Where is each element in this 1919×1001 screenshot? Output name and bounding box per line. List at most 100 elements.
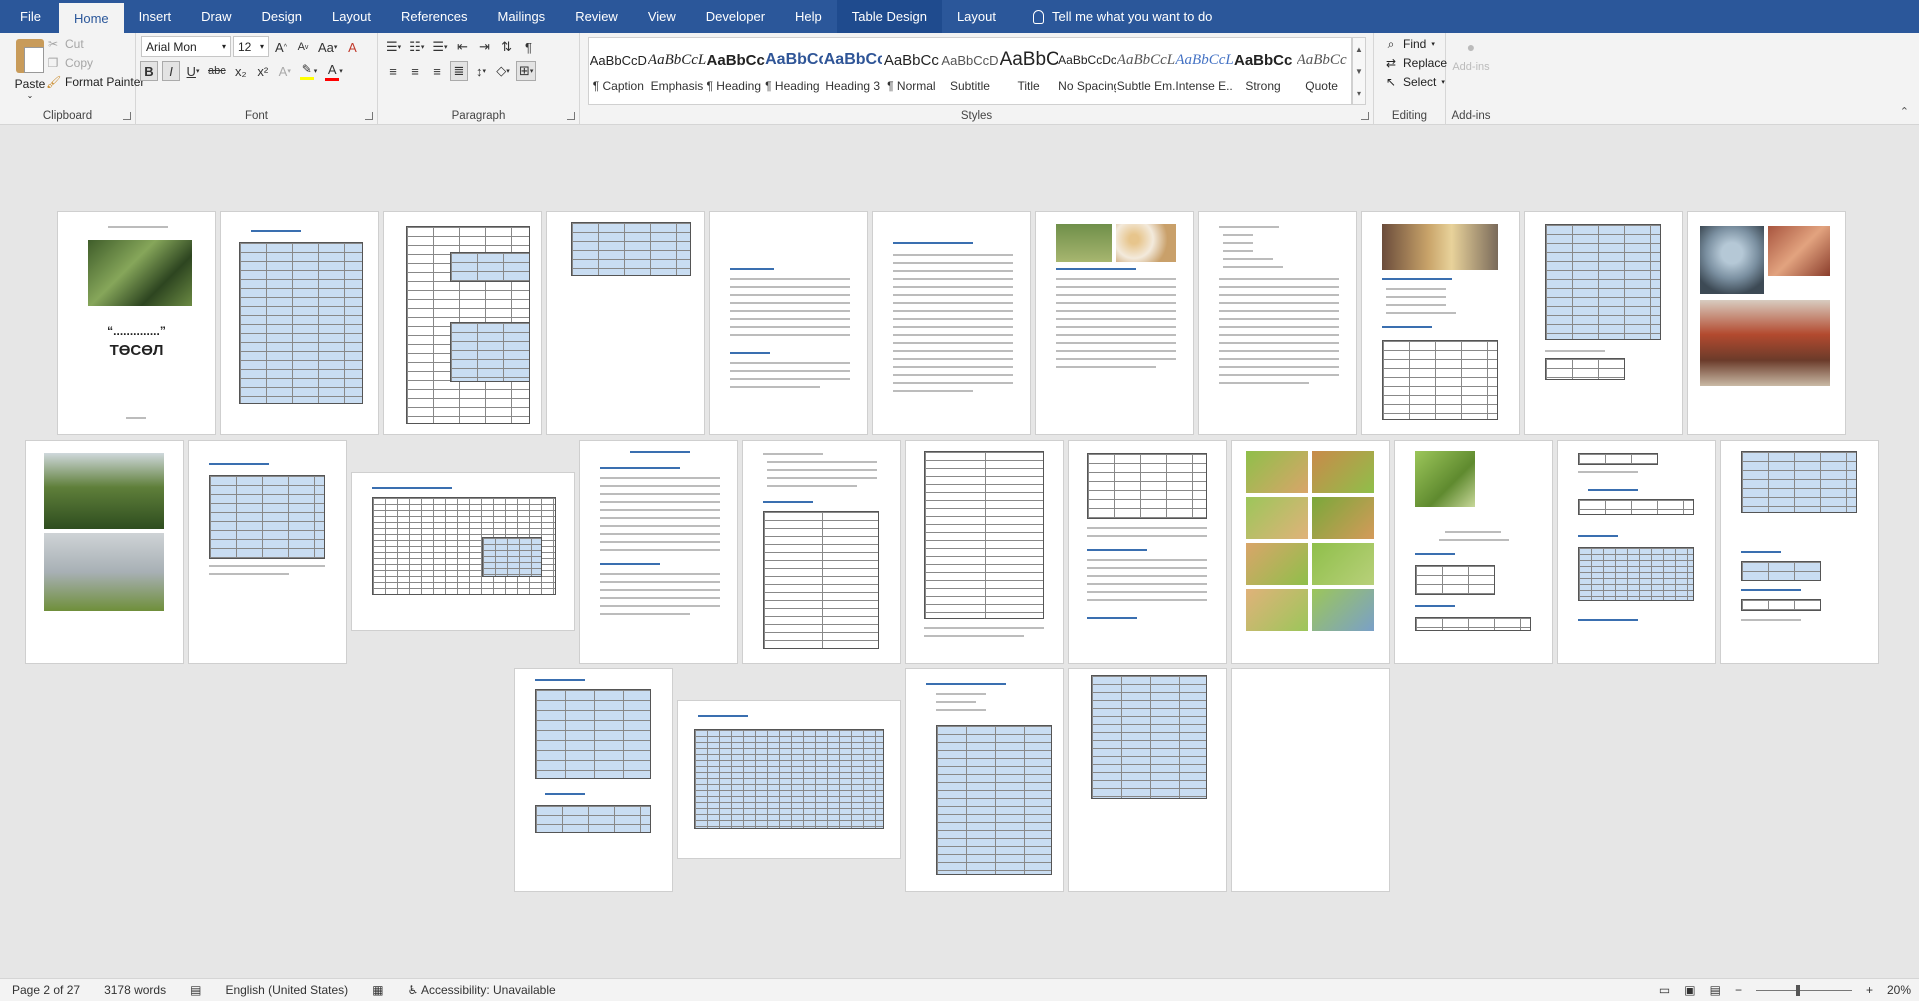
- track-changes-icon[interactable]: ▦: [360, 983, 395, 997]
- underline-button[interactable]: U ▾: [184, 61, 202, 81]
- page-count[interactable]: Page 2 of 27: [0, 983, 92, 997]
- style-heading-1[interactable]: AaBbCcI ¶ Heading 1: [706, 38, 765, 104]
- subscript-button[interactable]: x₂: [232, 61, 250, 81]
- align-center-icon[interactable]: ≡: [406, 61, 424, 81]
- page-thumbnail[interactable]: [1721, 441, 1878, 663]
- page-thumbnail[interactable]: [906, 441, 1063, 663]
- tell-me-search[interactable]: Tell me what you want to do: [1011, 0, 1212, 33]
- tab-insert[interactable]: Insert: [124, 0, 187, 33]
- format-painter-button[interactable]: 🖌 Format Painter: [46, 75, 144, 89]
- page-thumbnail[interactable]: [1069, 441, 1226, 663]
- page-thumbnail[interactable]: [710, 212, 867, 434]
- paste-button[interactable]: Paste ⌄: [10, 39, 50, 100]
- bold-button[interactable]: B: [140, 61, 158, 81]
- style-no-spacing[interactable]: AaBbCcDc No Spacing: [1058, 38, 1117, 104]
- tab-table-design[interactable]: Table Design: [836, 0, 942, 33]
- superscript-button[interactable]: x²: [254, 61, 272, 81]
- tab-developer[interactable]: Developer: [691, 0, 780, 33]
- page-thumbnail[interactable]: [1688, 212, 1845, 434]
- font-launcher-icon[interactable]: [365, 112, 373, 120]
- highlight-color-button[interactable]: ✎ ▾: [298, 61, 320, 81]
- tab-references[interactable]: References: [386, 0, 482, 33]
- tab-draw[interactable]: Draw: [186, 0, 246, 33]
- page-thumbnail-landscape[interactable]: [352, 473, 574, 630]
- page-thumbnail[interactable]: [1069, 669, 1226, 891]
- clear-formatting-icon[interactable]: A: [343, 37, 361, 57]
- style-subtitle[interactable]: AaBbCcD Subtitle: [941, 38, 1000, 104]
- style-intense-emphasis[interactable]: AaBbCcL Intense E...: [1175, 38, 1234, 104]
- bullets-icon[interactable]: ☰ ▾: [384, 37, 403, 57]
- page-thumbnail[interactable]: [1395, 441, 1552, 663]
- increase-indent-icon[interactable]: ⇥: [476, 37, 494, 57]
- page-thumbnail[interactable]: [1525, 212, 1682, 434]
- font-color-button[interactable]: A ▾: [323, 61, 345, 81]
- style-caption[interactable]: AaBbCcD ¶ Caption: [589, 38, 648, 104]
- read-mode-icon[interactable]: ▭: [1659, 983, 1670, 997]
- select-button[interactable]: ↖ Select ▾: [1384, 75, 1445, 89]
- numbering-icon[interactable]: ☷ ▾: [407, 37, 426, 57]
- tab-view[interactable]: View: [633, 0, 691, 33]
- font-size-combo[interactable]: 12 ▾: [233, 36, 269, 57]
- grow-font-icon[interactable]: A ^: [272, 37, 290, 57]
- proofing-icon[interactable]: ▤: [178, 983, 213, 997]
- change-case-button[interactable]: Aa ▾: [316, 37, 339, 57]
- page-thumbnail[interactable]: [26, 441, 183, 663]
- style-subtle-emphasis[interactable]: AaBbCcL Subtle Em...: [1116, 38, 1175, 104]
- shrink-font-icon[interactable]: Av: [294, 37, 312, 57]
- zoom-out-icon[interactable]: −: [1735, 983, 1742, 997]
- tab-home[interactable]: Home: [58, 3, 124, 33]
- sort-icon[interactable]: ⇅: [498, 37, 516, 57]
- zoom-slider[interactable]: [1755, 984, 1852, 996]
- web-layout-icon[interactable]: ▤: [1710, 983, 1721, 997]
- page-thumbnail[interactable]: [873, 212, 1030, 434]
- scroll-down-icon[interactable]: ▼: [1355, 67, 1363, 76]
- style-heading-3[interactable]: AaBbCc Heading 3: [823, 38, 882, 104]
- page-thumbnail[interactable]: [1199, 212, 1356, 434]
- gallery-expand-icon[interactable]: ▾: [1357, 89, 1361, 98]
- page-thumbnail-landscape[interactable]: [678, 701, 900, 858]
- multilevel-list-icon[interactable]: ☰ ▾: [430, 37, 449, 57]
- clipboard-launcher-icon[interactable]: [123, 112, 131, 120]
- style-normal[interactable]: AaBbCc ¶ Normal: [882, 38, 941, 104]
- page-thumbnail[interactable]: [515, 669, 672, 891]
- copy-button[interactable]: ❐ Copy: [46, 56, 93, 70]
- tab-file[interactable]: File: [0, 0, 59, 33]
- style-emphasis[interactable]: AaBbCcL Emphasis: [648, 38, 707, 104]
- print-layout-icon[interactable]: ▣: [1684, 983, 1695, 997]
- replace-button[interactable]: ⇄ Replace: [1384, 56, 1447, 70]
- paragraph-launcher-icon[interactable]: [567, 112, 575, 120]
- page-thumbnail[interactable]: [221, 212, 378, 434]
- styles-gallery-scroll[interactable]: ▲ ▼ ▾: [1352, 37, 1366, 105]
- page-thumbnail[interactable]: [1232, 669, 1389, 891]
- tab-table-layout[interactable]: Layout: [942, 0, 1011, 33]
- find-button[interactable]: ⌕ Find ▾: [1384, 37, 1435, 51]
- page-thumbnail[interactable]: [743, 441, 900, 663]
- page-thumbnail[interactable]: [1232, 441, 1389, 663]
- align-right-icon[interactable]: ≡: [428, 61, 446, 81]
- collapse-ribbon-icon[interactable]: ⌃: [1900, 105, 1909, 118]
- align-left-icon[interactable]: ≡: [384, 61, 402, 81]
- style-quote[interactable]: AaBbCc Quote: [1292, 38, 1351, 104]
- page-thumbnail[interactable]: [384, 212, 541, 434]
- italic-button[interactable]: I: [162, 61, 180, 81]
- decrease-indent-icon[interactable]: ⇤: [454, 37, 472, 57]
- word-count[interactable]: 3178 words: [92, 983, 178, 997]
- styles-launcher-icon[interactable]: [1361, 112, 1369, 120]
- borders-icon[interactable]: ⊞ ▾: [516, 61, 537, 81]
- style-strong[interactable]: AaBbCcI Strong: [1234, 38, 1293, 104]
- justify-icon[interactable]: ≣: [450, 61, 468, 81]
- page-thumbnail[interactable]: [1036, 212, 1193, 434]
- page-thumbnail[interactable]: [906, 669, 1063, 891]
- page-thumbnail[interactable]: [547, 212, 704, 434]
- zoom-in-icon[interactable]: +: [1866, 983, 1873, 997]
- language-indicator[interactable]: English (United States): [213, 983, 360, 997]
- accessibility-status[interactable]: ♿ Accessibility: Unavailable: [396, 983, 568, 997]
- cut-button[interactable]: ✂ Cut: [46, 37, 84, 51]
- strikethrough-button[interactable]: abc: [206, 61, 228, 81]
- page-thumbnail[interactable]: [1558, 441, 1715, 663]
- page-thumbnail[interactable]: [580, 441, 737, 663]
- text-effects-icon[interactable]: A ▾: [276, 61, 294, 81]
- tab-design[interactable]: Design: [247, 0, 317, 33]
- addins-button[interactable]: ● Add-ins: [1446, 39, 1496, 73]
- tab-mailings[interactable]: Mailings: [483, 0, 561, 33]
